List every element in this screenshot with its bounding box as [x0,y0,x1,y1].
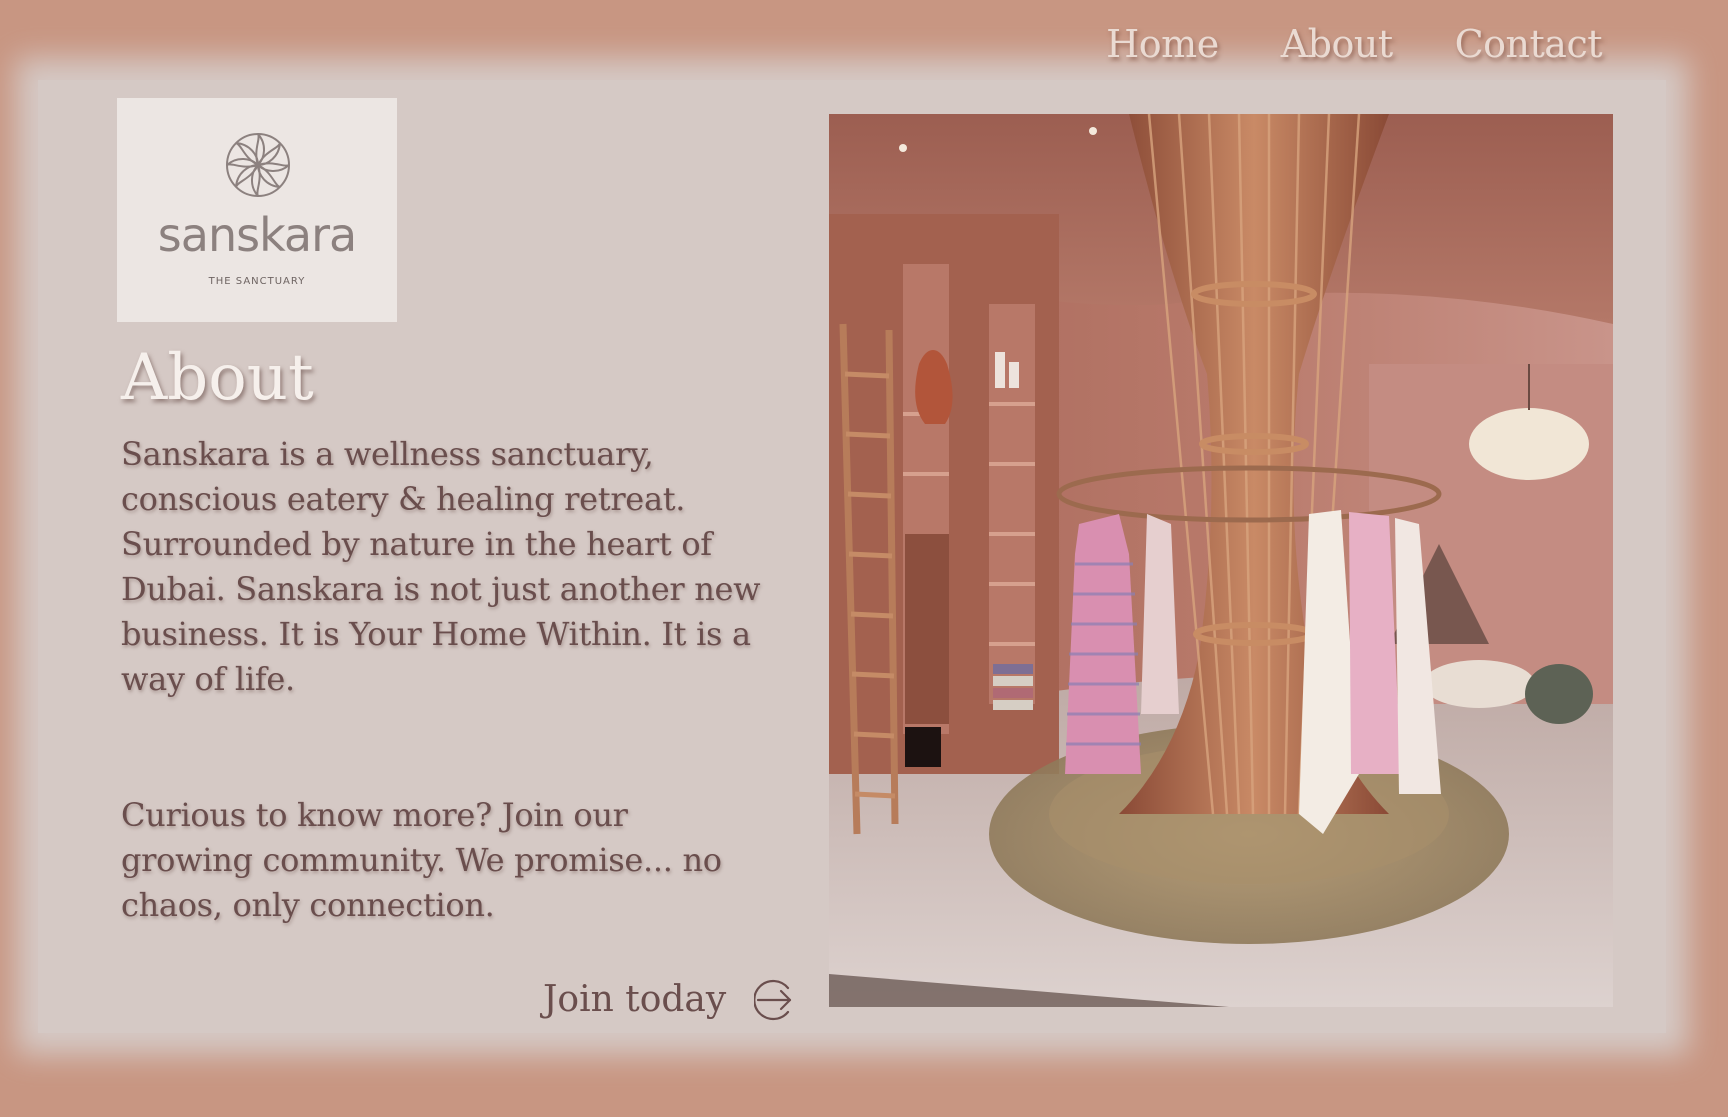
logo-wordmark: sanskara [157,208,357,262]
nav-home-link[interactable]: Home [1106,22,1219,66]
join-today-label: Join today [543,979,727,1020]
page-title: About [121,341,314,415]
lotus-mandala-icon [226,133,290,197]
logo-tagline: THE SANCTUARY [208,276,306,287]
about-section: About Sanskara is a wellness sanctuary, … [121,338,761,928]
nav-about-link[interactable]: About [1281,22,1393,66]
nav-contact-link[interactable]: Contact [1455,22,1603,66]
about-paragraph: Sanskara is a wellness sanctuary, consci… [121,435,761,698]
logo: sanskara THE SANCTUARY [117,98,397,322]
join-today-link[interactable]: Join today [543,972,796,1028]
store-interior-image [829,114,1613,1007]
top-navigation: Home About Contact [1106,22,1602,66]
arrow-right-circle-icon [754,979,792,1021]
invitation-paragraph: Curious to know more? Join our growing c… [121,796,722,924]
